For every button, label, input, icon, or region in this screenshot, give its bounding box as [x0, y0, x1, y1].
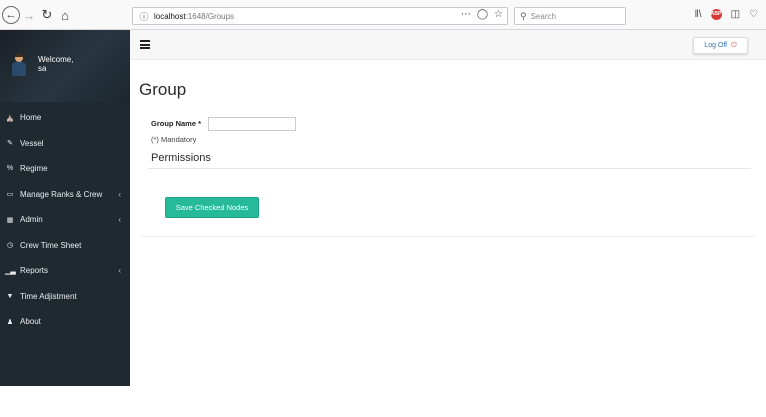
sidebar-toggle-icon[interactable]: ◫ — [731, 9, 740, 20]
sidebar-item-crew-time-sheet[interactable]: ◷ Crew Time Sheet — [0, 233, 130, 259]
sidebar: Welcome, sa ⛪ Home ✎ Vessel % Regime ▭ M… — [0, 30, 130, 386]
sidebar-item-label: Crew Time Sheet — [20, 240, 82, 250]
edit-icon: ✎ — [7, 140, 13, 148]
forward-arrow-icon[interactable]: → — [22, 6, 36, 24]
library-icon[interactable]: ‖\ — [695, 9, 702, 20]
chevron-left-icon: ‹ — [118, 189, 121, 199]
home-icon[interactable]: ⌂ — [58, 6, 72, 24]
divider — [148, 168, 751, 169]
address-bar[interactable]: ⓘ localhost:1648/Groups ⋯ ◯ ☆ — [132, 7, 508, 25]
sidebar-item-label: Time Adjistment — [20, 291, 77, 301]
page-title: Group — [139, 80, 187, 99]
sidebar-item-label: About — [20, 317, 41, 327]
logoff-label: Log Off — [704, 42, 728, 49]
sidebar-item-label: Manage Ranks & Crew — [20, 189, 103, 199]
sidebar-item-admin[interactable]: ▦ Admin ‹ — [0, 207, 130, 233]
logoff-button[interactable]: Log Off ⏻ — [693, 37, 748, 54]
percent-icon: % — [6, 165, 14, 173]
clock-icon: ◷ — [6, 242, 14, 250]
url-text[interactable]: localhost:1648/Groups — [154, 12, 234, 21]
filter-icon: ▼ — [6, 292, 14, 300]
sidebar-item-vessel[interactable]: ✎ Vessel — [0, 131, 130, 157]
welcome-text: Welcome, sa — [38, 55, 73, 73]
browser-search-input[interactable] — [530, 11, 615, 21]
sidebar-item-reports[interactable]: ▁▃ Reports ‹ — [0, 258, 130, 284]
mandatory-note: (*) Mandatory — [151, 135, 197, 144]
sidebar-item-label: Admin — [20, 215, 43, 225]
user-panel: Welcome, sa — [0, 30, 130, 102]
bookmark-star-icon[interactable]: ☆ — [494, 9, 503, 20]
chevron-left-icon: ‹ — [118, 215, 121, 225]
sidebar-item-home[interactable]: ⛪ Home — [0, 105, 130, 131]
sidebar-item-label: Regime — [20, 164, 48, 174]
chevron-left-icon: ‹ — [118, 266, 121, 276]
menu-toggle-icon[interactable] — [140, 40, 150, 49]
divider — [140, 236, 756, 237]
browser-search-box[interactable]: ⚲ — [514, 7, 626, 25]
home-icon: ⛪ — [5, 114, 15, 122]
browser-toolbar: ← → ↻ ⌂ ⓘ localhost:1648/Groups ⋯ ◯ ☆ ⚲ … — [0, 0, 766, 30]
avatar — [12, 53, 26, 76]
more-actions-icon[interactable]: ⋯ — [461, 9, 471, 20]
permissions-heading: Permissions — [151, 152, 211, 164]
group-name-label: Group Name * — [151, 119, 202, 128]
reload-icon[interactable]: ↻ — [40, 6, 54, 24]
info-icon[interactable]: ⓘ — [137, 10, 151, 23]
sidebar-item-label: Home — [20, 113, 42, 123]
sidebar-item-label: Reports — [20, 266, 49, 276]
table-icon: ▦ — [6, 216, 14, 224]
sidebar-menu: ⛪ Home ✎ Vessel % Regime ▭ Manage Ranks … — [0, 105, 130, 335]
search-icon: ⚲ — [520, 10, 527, 21]
pocket-icon[interactable]: ◯ — [477, 9, 488, 20]
top-navbar: Log Off ⏻ — [130, 30, 766, 60]
bar-chart-icon: ▁▃ — [5, 267, 16, 275]
save-checked-nodes-button[interactable]: Save Checked Nodes — [165, 197, 259, 218]
welcome-label: Welcome, — [38, 55, 74, 64]
power-icon: ⏻ — [731, 41, 737, 49]
back-arrow-icon[interactable]: ← — [2, 6, 20, 24]
sidebar-item-manage-ranks-crew[interactable]: ▭ Manage Ranks & Crew ‹ — [0, 182, 130, 208]
user-icon: ♟ — [6, 318, 14, 326]
sidebar-item-about[interactable]: ♟ About — [0, 309, 130, 335]
desktop-icon: ▭ — [6, 191, 14, 199]
sidebar-item-time-adjistment[interactable]: ▼ Time Adjistment — [0, 284, 130, 310]
sidebar-item-regime[interactable]: % Regime — [0, 156, 130, 182]
username: sa — [38, 64, 47, 73]
group-name-input[interactable] — [208, 117, 296, 131]
adblock-icon[interactable]: ABP — [710, 9, 722, 20]
extension-icon[interactable]: ♡ — [749, 9, 758, 20]
sidebar-item-label: Vessel — [20, 138, 44, 148]
